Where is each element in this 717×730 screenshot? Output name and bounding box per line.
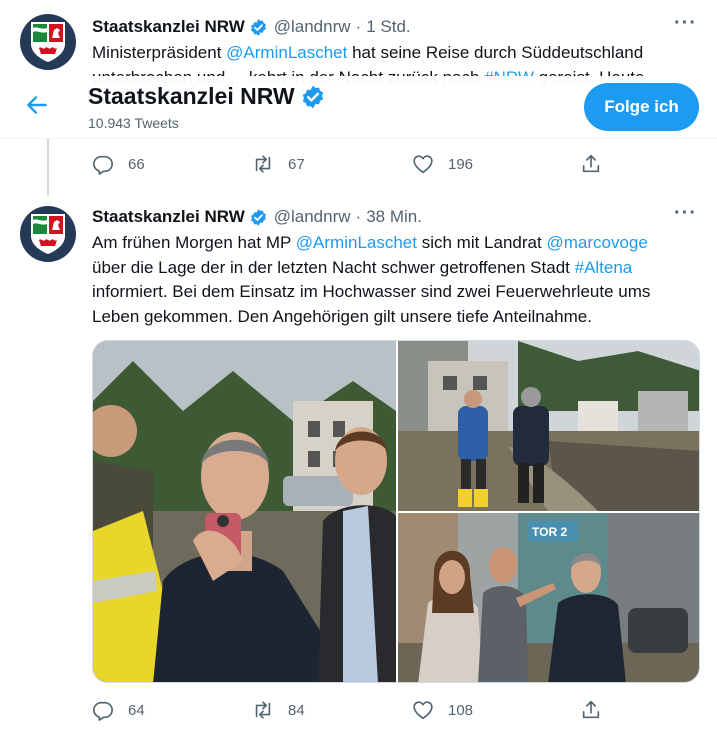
photo-2-image bbox=[398, 341, 699, 511]
tweet-count: 10.943 Tweets bbox=[88, 115, 179, 131]
nrw-coat-of-arms-icon bbox=[31, 22, 65, 62]
reply-icon bbox=[93, 155, 113, 175]
reply-button[interactable]: 64 bbox=[92, 699, 145, 721]
profile-avatar[interactable] bbox=[20, 14, 76, 70]
photo-3-image: TOR 2 bbox=[398, 513, 699, 682]
like-count: 196 bbox=[448, 155, 474, 173]
more-horizontal-icon[interactable]: ··· bbox=[674, 202, 697, 225]
media-grid: TOR 2 bbox=[92, 340, 700, 683]
tweet-time[interactable]: 1 Std. bbox=[366, 17, 410, 37]
tweet-time[interactable]: 38 Min. bbox=[366, 207, 422, 227]
like-count: 108 bbox=[448, 701, 474, 719]
heart-icon bbox=[413, 701, 433, 720]
retweet-count: 67 bbox=[288, 155, 305, 173]
author-handle[interactable]: @landnrw bbox=[274, 17, 351, 37]
profile-avatar[interactable] bbox=[20, 206, 76, 262]
tweet-text-line-3: informiert. Bei dem Einsatz im Hochwasse… bbox=[92, 282, 651, 301]
share-icon bbox=[582, 700, 600, 719]
like-button[interactable]: 108 bbox=[412, 699, 473, 721]
more-horizontal-icon[interactable]: ··· bbox=[674, 12, 697, 35]
share-icon bbox=[582, 154, 600, 173]
tweet-text-line-4: Leben gekommen. Den Angehörigen gilt uns… bbox=[92, 306, 592, 326]
back-arrow-icon[interactable] bbox=[24, 92, 50, 118]
verified-badge-icon bbox=[250, 18, 266, 36]
retweet-icon bbox=[255, 701, 271, 719]
photo-2[interactable] bbox=[398, 341, 699, 511]
nrw-coat-of-arms-icon bbox=[31, 214, 65, 254]
photo-1[interactable] bbox=[93, 341, 396, 682]
reply-count: 64 bbox=[128, 701, 145, 719]
photo-3[interactable]: TOR 2 bbox=[398, 513, 699, 682]
share-button[interactable] bbox=[580, 699, 602, 721]
reply-button[interactable]: 66 bbox=[92, 153, 145, 175]
retweet-button[interactable]: 84 bbox=[252, 699, 305, 721]
tweet-text-line-2: über die Lage der in der letzten Nacht s… bbox=[92, 257, 633, 277]
author-handle[interactable]: @landnrw bbox=[274, 207, 351, 227]
profile-title: Staatskanzlei NRW bbox=[88, 83, 295, 109]
reply-count: 66 bbox=[128, 155, 145, 173]
tweet-actions: 66 67 196 bbox=[92, 153, 612, 177]
mention-link[interactable]: @marcovoge bbox=[546, 233, 647, 252]
retweet-button[interactable]: 67 bbox=[252, 153, 305, 175]
retweet-icon bbox=[255, 155, 271, 173]
author-name[interactable]: Staatskanzlei NRW bbox=[92, 17, 245, 37]
follow-button[interactable]: Folge ich bbox=[584, 83, 699, 131]
separator-dot: · bbox=[355, 207, 362, 226]
tweet-actions: 64 84 108 bbox=[92, 699, 612, 723]
heart-icon bbox=[413, 155, 433, 174]
author-name[interactable]: Staatskanzlei NRW bbox=[92, 207, 245, 227]
retweet-count: 84 bbox=[288, 701, 305, 719]
verified-badge-icon bbox=[250, 208, 266, 226]
like-button[interactable]: 196 bbox=[412, 153, 473, 175]
verified-badge-icon bbox=[302, 85, 323, 108]
photo-1-image bbox=[93, 341, 396, 682]
mention-link[interactable]: @ArminLaschet bbox=[296, 233, 417, 252]
thread-line bbox=[47, 138, 49, 196]
separator-dot: · bbox=[355, 17, 362, 36]
mention-link[interactable]: @ArminLaschet bbox=[226, 43, 347, 62]
profile-header: Staatskanzlei NRW 10.943 Tweets Folge ic… bbox=[0, 76, 717, 139]
tweet-text: Am frühen Morgen hat MP @ArminLaschet si… bbox=[92, 231, 702, 329]
reply-icon bbox=[93, 701, 113, 721]
tweet-text-line-1: Ministerpräsident @ArminLaschet hat sein… bbox=[92, 43, 644, 62]
tweet-text-line-1: Am frühen Morgen hat MP @ArminLaschet si… bbox=[92, 233, 648, 252]
hashtag-link[interactable]: #Altena bbox=[575, 258, 633, 277]
share-button[interactable] bbox=[580, 153, 602, 175]
tor-sign-text: TOR 2 bbox=[532, 525, 567, 539]
